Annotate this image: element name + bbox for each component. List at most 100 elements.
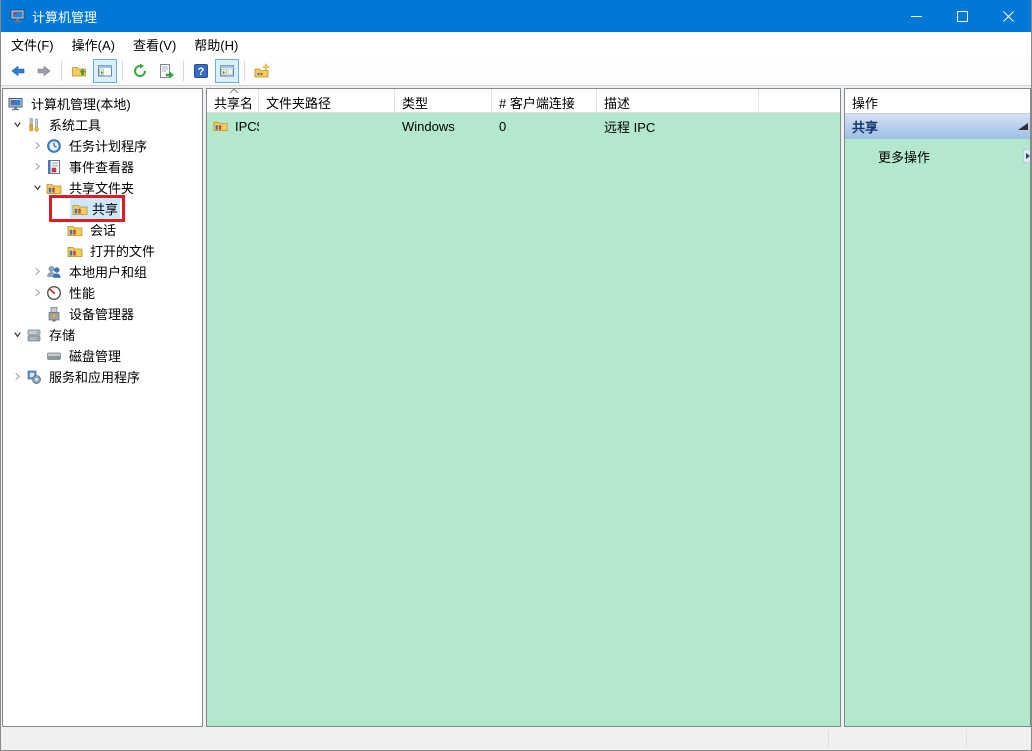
shared-folder-icon [213, 118, 229, 134]
event-viewer-icon [46, 159, 62, 175]
forward-icon[interactable] [32, 59, 56, 83]
actions-body: 更多操作 [845, 139, 1030, 726]
menu-action[interactable]: 操作(A) [63, 32, 124, 57]
toolbar-separator [61, 61, 62, 81]
more-actions-arrow-icon[interactable] [1023, 149, 1031, 163]
tree-item-label: 性能 [66, 282, 98, 303]
services-icon [26, 369, 42, 385]
list-body: IPC$ Windows 0 远程 IPC [207, 113, 840, 726]
actions-pane: 操作 共享 更多操作 [844, 88, 1031, 727]
task-scheduler-icon [46, 138, 62, 154]
tree-item-label: 设备管理器 [66, 303, 137, 324]
titlebar: 计算机管理 [1, 0, 1031, 32]
maximize-button[interactable] [939, 0, 985, 32]
chevron-right-icon[interactable] [28, 265, 46, 279]
column-header-client-connections[interactable]: # 客户端连接 [492, 89, 597, 112]
chevron-down-icon[interactable] [8, 328, 26, 342]
toolbar-separator [183, 61, 184, 81]
tree-item-label: 会话 [87, 219, 119, 240]
computer-management-app-icon [10, 8, 26, 24]
chevron-right-icon[interactable] [28, 286, 46, 300]
show-console-tree-icon[interactable] [93, 59, 117, 83]
tree-item-open-files[interactable]: 打开的文件 [3, 240, 202, 261]
shared-folder-icon [67, 222, 83, 238]
tree-item-storage[interactable]: 存储 [3, 324, 202, 345]
actions-section-header[interactable]: 共享 [845, 114, 1030, 139]
collapse-section-icon[interactable] [1017, 122, 1029, 131]
column-header-folder-path[interactable]: 文件夹路径 [259, 89, 395, 112]
column-header-empty [759, 89, 840, 112]
tree-item-device-manager[interactable]: 设备管理器 [3, 303, 202, 324]
chevron-placeholder [49, 223, 67, 237]
chevron-right-icon[interactable] [28, 139, 46, 153]
tree-item-label: 任务计划程序 [66, 135, 150, 156]
show-action-pane-icon[interactable] [215, 59, 239, 83]
more-actions-label: 更多操作 [878, 147, 930, 166]
statusbar-divider [828, 730, 829, 748]
tree-item-label: 事件查看器 [66, 156, 137, 177]
statusbar-divider [966, 730, 967, 748]
tree-item-event-viewer[interactable]: 事件查看器 [3, 156, 202, 177]
tree-item-label: 系统工具 [46, 114, 104, 135]
menubar: 文件(F) 操作(A) 查看(V) 帮助(H) [1, 32, 1031, 56]
storage-icon [26, 327, 42, 343]
cell-share-name: IPC$ [207, 118, 259, 134]
new-share-icon[interactable] [250, 59, 274, 83]
list-header: 共享名 文件夹路径 类型 # 客户端连接 描述 [207, 89, 840, 113]
tree-item-shares[interactable]: 共享 [3, 198, 202, 219]
menu-view[interactable]: 查看(V) [124, 32, 185, 57]
column-header-type[interactable]: 类型 [395, 89, 492, 112]
toolbar-separator [244, 61, 245, 81]
refresh-icon[interactable] [128, 59, 152, 83]
actions-pane-title: 操作 [845, 89, 1030, 114]
sort-ascending-icon [229, 89, 239, 94]
menu-help[interactable]: 帮助(H) [185, 32, 247, 57]
tree-item-label: 共享 [92, 199, 118, 218]
toolbar: ? [1, 56, 1031, 86]
table-row-ipc-share[interactable]: IPC$ Windows 0 远程 IPC [207, 113, 840, 139]
minimize-button[interactable] [893, 0, 939, 32]
chevron-placeholder [28, 349, 46, 363]
svg-text:?: ? [198, 66, 205, 78]
more-actions-item[interactable]: 更多操作 [845, 147, 1030, 166]
shared-folder-icon [72, 201, 88, 217]
disk-management-icon [46, 348, 62, 364]
close-button[interactable] [985, 0, 1031, 32]
export-list-icon[interactable] [154, 59, 178, 83]
column-header-description[interactable]: 描述 [597, 89, 759, 112]
chevron-placeholder [52, 202, 70, 216]
cell-type: Windows [395, 119, 492, 134]
shares-list-panel: 共享名 文件夹路径 类型 # 客户端连接 描述 IPC$ Windows 0 [206, 88, 841, 727]
chevron-right-icon[interactable] [8, 370, 26, 384]
help-icon[interactable]: ? [189, 59, 213, 83]
menu-file[interactable]: 文件(F) [2, 32, 63, 57]
console-tree-panel: 计算机管理(本地) 系统工具 任务计划程序 事件查看器 共享文件夹 [2, 88, 203, 727]
tree-item-label: 磁盘管理 [66, 345, 124, 366]
performance-icon [46, 285, 62, 301]
tree-item-label: 存储 [46, 324, 78, 345]
tree-item-sessions[interactable]: 会话 [3, 219, 202, 240]
up-one-level-icon[interactable] [67, 59, 91, 83]
computer-icon [8, 96, 24, 112]
window-title: 计算机管理 [32, 7, 97, 26]
back-icon[interactable] [6, 59, 30, 83]
tree-item-local-users-groups[interactable]: 本地用户和组 [3, 261, 202, 282]
computer-management-window: 计算机管理 文件(F) 操作(A) 查看(V) 帮助(H) [0, 0, 1032, 751]
tree-item-disk-management[interactable]: 磁盘管理 [3, 345, 202, 366]
selected-tree-item[interactable]: 共享 [70, 198, 120, 219]
column-header-share-name[interactable]: 共享名 [207, 89, 259, 112]
cell-description: 远程 IPC [597, 117, 759, 136]
tree-item-label: 服务和应用程序 [46, 366, 143, 387]
chevron-placeholder [49, 244, 67, 258]
cell-client-connections: 0 [492, 119, 597, 134]
tree-item-services-applications[interactable]: 服务和应用程序 [3, 366, 202, 387]
chevron-down-icon[interactable] [28, 181, 46, 195]
tree-item-system-tools[interactable]: 系统工具 [3, 114, 202, 135]
tree-item-task-scheduler[interactable]: 任务计划程序 [3, 135, 202, 156]
tree-item-computer-management[interactable]: 计算机管理(本地) [3, 93, 202, 114]
shared-folder-icon [67, 243, 83, 259]
chevron-down-icon[interactable] [8, 118, 26, 132]
tree-item-label: 计算机管理(本地) [28, 93, 134, 114]
chevron-right-icon[interactable] [28, 160, 46, 174]
tree-item-performance[interactable]: 性能 [3, 282, 202, 303]
